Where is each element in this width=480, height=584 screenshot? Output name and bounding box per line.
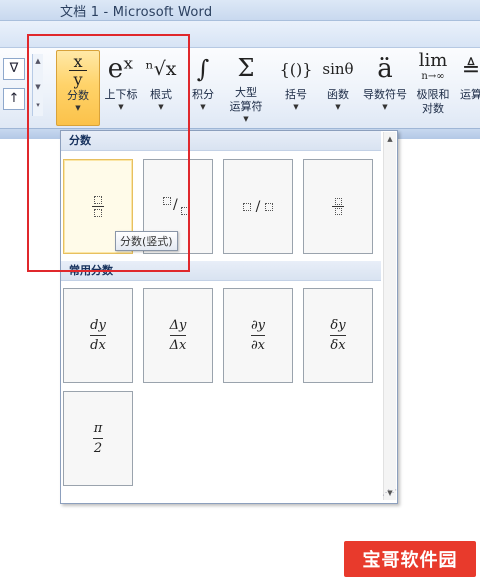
chevron-down-icon: ▼ (118, 103, 124, 111)
fraction-icon: x y (69, 51, 87, 89)
accent-button[interactable]: ä 导数符号 ▼ (360, 50, 410, 124)
watermark-logo: 宝哥软件园 (344, 541, 476, 577)
radical-icon: ⁿ√x (145, 58, 177, 80)
operator-button[interactable]: ≜ 运算 (456, 50, 480, 124)
accent-label: 导数符号 (363, 88, 407, 101)
fraction-delta-y-delta-x-option[interactable]: Δy Δx (143, 288, 213, 383)
fraction-denominator: Δx (169, 338, 187, 353)
radical-button[interactable]: ⁿ√x 根式 ▼ (142, 50, 180, 124)
placeholder-box-icon (181, 206, 189, 215)
fraction-icon-numerator: x (73, 51, 83, 71)
fraction-pi-over-2-option[interactable]: π 2 (63, 391, 133, 486)
fraction-button[interactable]: x y 分数 ▼ (56, 50, 100, 126)
title-bar: 文档 1 - Microsoft Word (0, 0, 480, 21)
window-title: 文档 1 - Microsoft Word (60, 5, 213, 20)
limit-log-label: 极限和 (416, 88, 450, 101)
operator-label: 运算 (460, 88, 480, 101)
more-symbols-icon[interactable]: ▾ (33, 100, 43, 110)
placeholder-box-icon (243, 202, 252, 211)
chevron-down-icon: ▼ (293, 103, 299, 111)
radical-label: 根式 (150, 88, 172, 101)
section-header-common-fractions: 常用分数 (61, 261, 381, 281)
tooltip: 分数(竖式) (115, 231, 178, 251)
fraction-icon-denominator: y (73, 69, 83, 89)
integral-button[interactable]: ∫ 积分 ▼ (188, 50, 218, 124)
limit-icon-main: lim (418, 50, 448, 71)
small-fraction-option[interactable] (303, 159, 373, 254)
resize-grip-icon[interactable]: ⋰⋰ (382, 488, 397, 497)
ribbon-tab-strip (0, 21, 480, 48)
fraction-numerator: δy (330, 318, 346, 333)
limit-icon: lim n→∞ (419, 50, 448, 88)
large-operator-label-2: 运算符 (229, 100, 263, 113)
chevron-down-icon: ▼ (243, 115, 249, 123)
large-operator-label: 大型 (235, 86, 257, 99)
fraction-denominator: dx (90, 338, 106, 353)
fraction-label: 分数 (67, 89, 89, 102)
nabla-symbol-icon[interactable]: ∇ (3, 58, 25, 80)
slash-glyph: / (173, 196, 178, 213)
chevron-down-icon: ▼ (335, 103, 341, 111)
accent-icon: ä (377, 54, 393, 84)
bracket-button[interactable]: {()} 括号 ▼ (278, 50, 314, 124)
fraction-denominator: 2 (93, 441, 103, 456)
scroll-up-icon[interactable]: ▲ (384, 134, 396, 144)
section-header-fraction: 分数 (61, 131, 381, 151)
fraction-numerator: Δy (169, 318, 187, 333)
function-label: 函数 (327, 88, 349, 101)
limit-icon-sub: n→∞ (421, 71, 445, 82)
function-button[interactable]: sinθ 函数 ▼ (318, 50, 358, 124)
symbols-scroller[interactable]: ▲ ▼ ▾ (32, 54, 43, 116)
fraction-numerator: dy (90, 318, 106, 333)
chevron-down-icon: ▼ (382, 103, 388, 111)
limit-log-label-2: 对数 (422, 102, 444, 115)
integral-label: 积分 (192, 88, 214, 101)
limit-log-button[interactable]: lim n→∞ 极限和 对数 (412, 50, 454, 124)
large-operator-button[interactable]: Σ 大型 运算符 ▼ (224, 50, 268, 124)
placeholder-box-icon (163, 196, 171, 205)
script-button[interactable]: eˣ 上下标 ▼ (100, 50, 142, 124)
placeholder-box-icon (94, 209, 102, 217)
fraction-denominator: δx (330, 338, 346, 353)
scroll-down-icon[interactable]: ▼ (33, 82, 43, 92)
fraction-denominator: ∂x (250, 338, 266, 353)
gallery-scrollbar[interactable]: ▲ ▼ (383, 132, 396, 500)
placeholder-box-icon (264, 202, 273, 211)
fraction-small-delta-option[interactable]: δy δx (303, 288, 373, 383)
chevron-down-icon: ▼ (200, 103, 206, 111)
bracket-label: 括号 (285, 88, 307, 101)
fraction-numerator: ∂y (250, 318, 266, 333)
placeholder-box-icon (94, 196, 102, 204)
operator-icon: ≜ (461, 56, 480, 82)
function-icon: sinθ (322, 60, 354, 78)
fraction-gallery-dropdown: 分数 / / 常用分数 dy dx Δy Δx ∂y ∂x δy δx π 2 … (60, 130, 398, 504)
fraction-dy-dx-option[interactable]: dy dx (63, 288, 133, 383)
script-label: 上下标 (104, 88, 138, 101)
integral-icon: ∫ (196, 55, 210, 83)
placeholder-box-icon (334, 208, 342, 215)
linear-fraction-option[interactable]: / (223, 159, 293, 254)
up-arrow-symbol-icon[interactable]: ↑ (3, 88, 25, 110)
fraction-numerator: π (93, 421, 103, 436)
fraction-partial-y-partial-x-option[interactable]: ∂y ∂x (223, 288, 293, 383)
slash-glyph: / (255, 198, 261, 215)
bracket-icon: {()} (279, 59, 313, 79)
script-icon: eˣ (107, 54, 135, 84)
scroll-up-icon[interactable]: ▲ (33, 56, 43, 66)
chevron-down-icon: ▼ (158, 103, 164, 111)
chevron-down-icon: ▼ (75, 104, 81, 112)
placeholder-box-icon (334, 198, 342, 205)
watermark-text: 宝哥软件园 (362, 550, 458, 571)
summation-icon: Σ (237, 54, 255, 82)
